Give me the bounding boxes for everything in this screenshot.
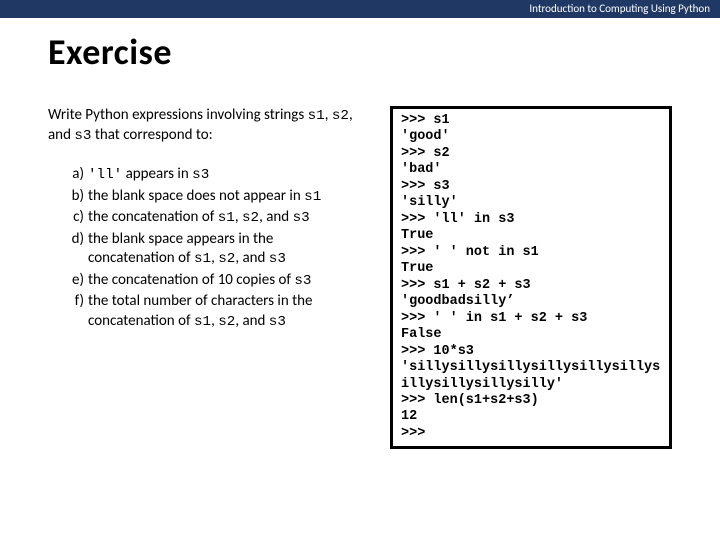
item-text: , [235,208,242,226]
columns: Write Python expressions involving strin… [48,106,672,449]
item-marker: e) [64,271,84,291]
item-text: , and [235,249,268,267]
header-bar: Introduction to Computing Using Python [0,0,720,18]
item-marker: f) [64,292,84,312]
item-code: s3 [192,167,209,183]
left-column: Write Python expressions involving strin… [48,106,360,449]
intro-post: that correspond to: [91,126,212,144]
item-text: the blank space does not appear in [88,187,304,205]
item-code: s2 [218,251,235,267]
page-title: Exercise [48,30,672,74]
intro-s1: s1 [308,108,325,124]
item-code: s1 [194,251,211,267]
list-item: c) the concatenation of s1, s2, and s3 [70,208,360,228]
item-code: s1 [194,314,211,330]
intro-c1: , [325,106,332,124]
item-marker: a) [64,165,84,185]
item-code: s2 [218,314,235,330]
item-text: , and [259,208,292,226]
item-marker: d) [64,230,84,250]
item-marker: b) [64,187,84,207]
item-code: s3 [293,210,310,226]
course-title: Introduction to Computing Using Python [529,2,710,15]
intro-text: Write Python expressions involving strin… [48,106,360,145]
intro-s3: s3 [74,128,91,144]
list-item: b) the blank space does not appear in s1 [70,187,360,207]
item-code: s3 [294,273,311,289]
slide-content: Exercise Write Python expressions involv… [0,18,720,449]
right-column: >>> s1 'good' >>> s2 'bad' >>> s3 'silly… [390,106,672,449]
intro-s2: s2 [332,108,349,124]
exercise-list: a) 'll' appears in s3 b) the blank space… [48,165,360,331]
list-item: f) the total number of characters in the… [70,292,360,331]
item-code: 'll' [88,167,122,183]
item-code: s3 [269,251,286,267]
item-code: s3 [269,314,286,330]
item-code: s1 [304,189,321,205]
list-item: a) 'll' appears in s3 [70,165,360,185]
item-text: appears in [122,165,192,183]
item-text: the concatenation of 10 copies of [88,271,294,289]
item-code: s2 [242,210,259,226]
item-code: s1 [218,210,235,226]
item-text: the concatenation of [88,208,218,226]
item-text: , and [235,312,268,330]
intro-pre: Write Python expressions involving strin… [48,106,308,124]
python-shell: >>> s1 'good' >>> s2 'bad' >>> s3 'silly… [390,106,672,449]
item-marker: c) [64,208,84,228]
list-item: d) the blank space appears in the concat… [70,230,360,269]
list-item: e) the concatenation of 10 copies of s3 [70,271,360,291]
